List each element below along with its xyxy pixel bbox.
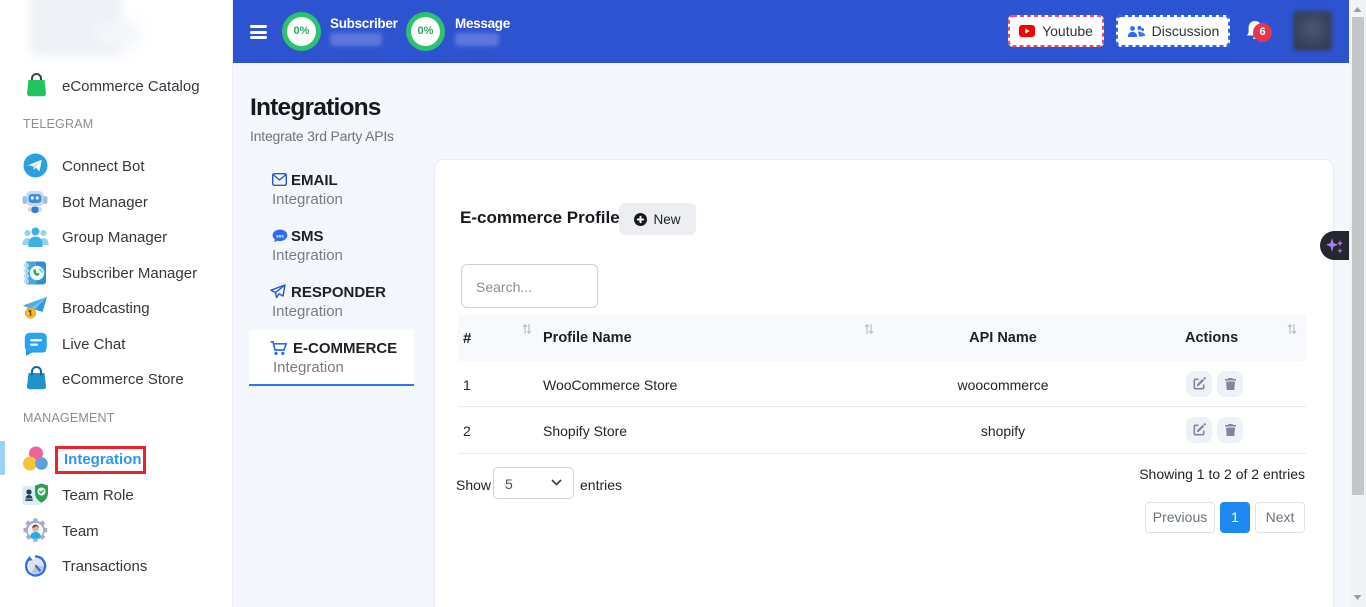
svg-text:SMS: SMS bbox=[276, 234, 284, 238]
